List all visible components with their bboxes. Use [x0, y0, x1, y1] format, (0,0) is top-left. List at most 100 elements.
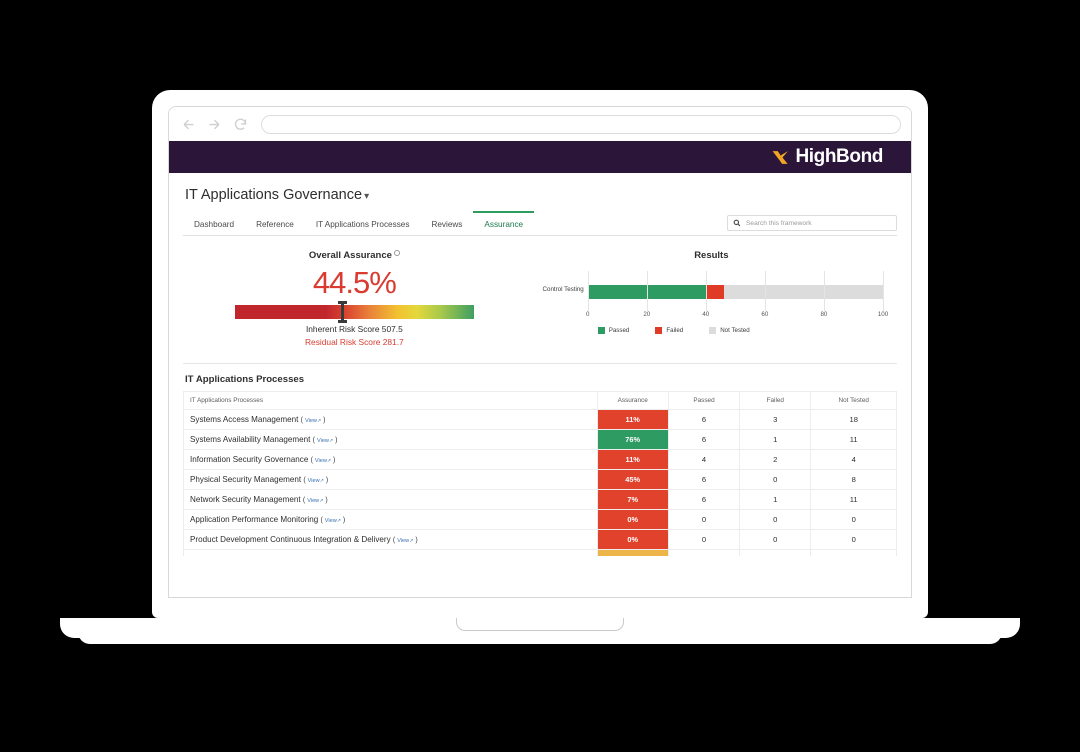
- processes-table-body: Systems Access Management ( View↗ ) 11% 6 3…: [183, 409, 897, 556]
- view-link[interactable]: View↗: [317, 438, 333, 444]
- tab-reference[interactable]: Reference: [245, 211, 305, 235]
- cell-failed: 1: [739, 489, 812, 510]
- th-process-name[interactable]: IT Applications Processes: [183, 391, 598, 410]
- legend-label: Failed: [666, 327, 684, 334]
- x-axis-tick-0: 0: [585, 311, 590, 318]
- search-box[interactable]: Search this framework: [727, 215, 897, 231]
- laptop-trackpad-notch: [456, 618, 624, 631]
- view-link[interactable]: View↗: [315, 458, 331, 464]
- forward-icon[interactable]: [205, 115, 223, 133]
- table-row[interactable]: Systems Access Management ( View↗ ) 11% 6 3…: [183, 409, 897, 430]
- cell-process-name: Product Development Continuous Integrati…: [183, 529, 598, 550]
- cell-failed: 0: [739, 529, 812, 550]
- page-title-caret-icon[interactable]: ▾: [364, 191, 369, 202]
- results-x-axis: 0 20 40 60 80 100: [585, 309, 888, 321]
- legend-swatch: [709, 327, 717, 334]
- x-axis-tick-100: 100: [877, 311, 889, 318]
- cell-passed: 0: [667, 509, 741, 530]
- table-row[interactable]: Product Development Continuous Integrati…: [183, 529, 897, 550]
- table-row[interactable]: Application Performance Monitoring ( Vie…: [183, 509, 897, 530]
- x-axis-tick-40: 40: [702, 311, 710, 318]
- view-link[interactable]: View↗: [305, 418, 321, 424]
- reload-icon[interactable]: [231, 115, 249, 133]
- process-name-text: Systems Availability Management: [190, 435, 313, 444]
- x-axis-tick-60: 60: [761, 311, 769, 318]
- tab-bar: Dashboard Reference IT Applications Proc…: [183, 211, 897, 236]
- chart-gridline: [823, 271, 825, 311]
- table-row[interactable]: Systems Availability Management ( View↗ …: [183, 429, 897, 450]
- view-link[interactable]: View↗: [397, 538, 413, 544]
- cell-assurance: 7%: [596, 489, 669, 510]
- search-icon: [733, 219, 741, 227]
- residual-risk-score: Residual Risk Score 281.7: [305, 337, 404, 347]
- cell-assurance: 0%: [596, 509, 669, 530]
- table-row-partial[interactable]: [183, 549, 897, 556]
- cell-not-tested: 11: [810, 429, 897, 450]
- cell-assurance: 11%: [596, 409, 669, 430]
- assurance-gauge-marker: [338, 301, 348, 323]
- chart-gridline: [587, 271, 589, 311]
- paren-close: ): [333, 437, 338, 444]
- legend-item-not-tested[interactable]: Not Tested: [709, 327, 750, 334]
- view-link[interactable]: View↗: [307, 498, 323, 504]
- bar-segment-not-tested: [723, 285, 883, 299]
- table-row[interactable]: Physical Security Management ( View↗ ) 45…: [183, 469, 897, 490]
- th-failed[interactable]: Failed: [739, 391, 812, 410]
- back-icon[interactable]: [179, 115, 197, 133]
- bar-segment-failed: [705, 285, 724, 299]
- info-icon[interactable]: [393, 250, 400, 256]
- url-input[interactable]: [261, 114, 901, 134]
- legend-swatch: [597, 327, 605, 334]
- th-not-tested[interactable]: Not Tested: [810, 391, 897, 410]
- paren-close: ): [323, 497, 328, 504]
- overall-assurance-title-text: Overall Assurance: [308, 250, 392, 261]
- highbond-logo[interactable]: HighBond: [771, 146, 883, 168]
- process-name-text: Application Performance Monitoring: [190, 515, 321, 524]
- th-assurance[interactable]: Assurance: [596, 391, 669, 410]
- page-title[interactable]: IT Applications Governance ▾: [183, 173, 897, 203]
- cell-failed: 0: [739, 469, 812, 490]
- cell-failed: 0: [739, 509, 812, 530]
- tab-reviews[interactable]: Reviews: [420, 211, 473, 235]
- screenshot-stage: HighBond IT Applications Governance ▾ Das…: [0, 0, 1080, 752]
- cell-blank: [810, 549, 897, 556]
- cell-assurance: [596, 549, 669, 556]
- browser-toolbar: [169, 107, 911, 141]
- assurance-gauge: [234, 301, 474, 323]
- cell-not-tested: 11: [810, 489, 897, 510]
- tab-dashboard[interactable]: Dashboard: [183, 211, 245, 235]
- app-header-bar: HighBond: [169, 141, 911, 173]
- table-row[interactable]: Information Security Governance ( View↗ …: [183, 449, 897, 470]
- app-page: IT Applications Governance ▾ Dashboard Re…: [169, 173, 911, 556]
- tab-assurance[interactable]: Assurance: [473, 211, 535, 235]
- cell-failed: 3: [739, 409, 812, 430]
- legend-item-passed[interactable]: Passed: [597, 327, 629, 334]
- table-row[interactable]: Network Security Management ( View↗ ) 7% 6…: [183, 489, 897, 510]
- brand-name: HighBond: [795, 146, 883, 167]
- table-header-row: IT Applications Processes Assurance Pass…: [183, 391, 897, 410]
- browser-window: HighBond IT Applications Governance ▾ Das…: [168, 106, 912, 598]
- cell-not-tested: 0: [810, 529, 897, 550]
- paren-close: ): [331, 457, 336, 464]
- paren-close: ): [340, 517, 346, 524]
- legend-item-failed[interactable]: Failed: [655, 327, 683, 334]
- processes-section-title: IT Applications Processes: [185, 374, 305, 385]
- processes-table-head: IT Applications Processes Assurance Pass…: [183, 391, 897, 410]
- process-name-text: Network Security Management: [190, 495, 303, 504]
- results-title: Results: [694, 250, 729, 261]
- process-name-text: Information Security Governance: [190, 455, 311, 464]
- cell-process-name: Systems Access Management ( View↗ ): [183, 409, 598, 430]
- view-link[interactable]: View↗: [308, 478, 324, 484]
- results-panel: Results Control Testing 0 20 40 60 80 100 Pas…: [526, 250, 897, 347]
- results-category-label: Control Testing: [542, 286, 584, 293]
- cell-process-name: Information Security Governance ( View↗ …: [183, 449, 598, 470]
- cell-not-tested: 4: [810, 449, 897, 470]
- chart-gridline: [705, 271, 707, 311]
- cell-passed: 6: [667, 429, 741, 450]
- view-link[interactable]: View↗: [325, 518, 341, 524]
- results-plot-area: Control Testing: [543, 271, 884, 311]
- summary-panels: Overall Assurance 44.5% Inherent Risk Sc…: [183, 236, 897, 357]
- x-axis-tick-80: 80: [820, 311, 828, 318]
- th-passed[interactable]: Passed: [667, 391, 741, 410]
- tab-it-applications-processes[interactable]: IT Applications Processes: [305, 211, 421, 235]
